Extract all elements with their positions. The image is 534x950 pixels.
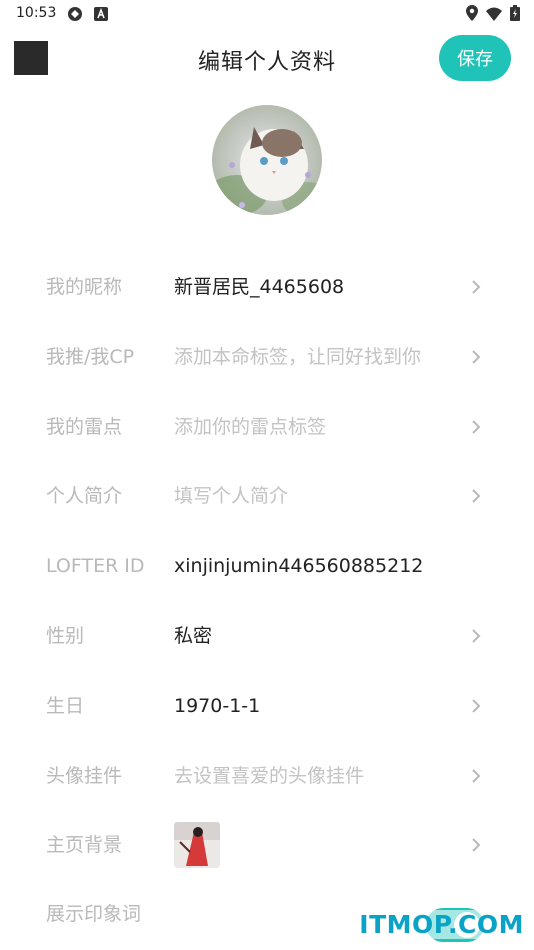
chevron-right-icon [468, 349, 484, 365]
background-thumbnail[interactable] [174, 822, 220, 868]
wifi-icon [486, 6, 502, 25]
row-label: 展示印象词 [46, 903, 142, 925]
row-nickname[interactable]: 我的昵称 新晋居民_4465608 [0, 252, 534, 322]
avatar[interactable] [212, 105, 322, 215]
row-lofter-id: LOFTER ID xinjinjumin446560885212 [0, 531, 534, 601]
row-label: 个人简介 [46, 485, 123, 507]
chevron-right-icon [468, 628, 484, 644]
save-button[interactable]: 保存 [439, 35, 511, 81]
gender-value: 私密 [174, 625, 213, 647]
header: 编辑个人资料 保存 [0, 28, 534, 92]
row-label: 我的雷点 [46, 416, 123, 438]
row-homepage-background[interactable]: 主页背景 [0, 810, 534, 880]
chevron-right-icon [468, 837, 484, 853]
row-label: 性别 [46, 625, 85, 647]
row-label: 主页背景 [46, 834, 123, 856]
row-label: 我推/我CP [46, 346, 135, 368]
chevron-right-icon [468, 279, 484, 295]
cp-value: 添加本命标签，让同好找到你 [174, 346, 422, 368]
nickname-value: 新晋居民_4465608 [174, 276, 345, 298]
row-birthday[interactable]: 生日 1970-1-1 [0, 671, 534, 741]
pendant-value: 去设置喜爱的头像挂件 [174, 765, 365, 787]
row-gender[interactable]: 性别 私密 [0, 601, 534, 671]
chevron-right-icon [468, 768, 484, 784]
row-label: LOFTER ID [46, 555, 145, 577]
birthday-value: 1970-1-1 [174, 695, 261, 717]
row-dislikes[interactable]: 我的雷点 添加你的雷点标签 [0, 392, 534, 462]
row-label: 生日 [46, 695, 85, 717]
sync-icon [67, 6, 83, 22]
a-badge-icon [93, 6, 109, 22]
status-bar: 10:53 [0, 0, 534, 28]
chevron-right-icon [468, 488, 484, 504]
watermark: ITMOP.COM [359, 910, 524, 939]
battery-icon [510, 5, 520, 25]
chevron-right-icon [468, 419, 484, 435]
row-bio[interactable]: 个人简介 填写个人简介 [0, 461, 534, 531]
chevron-right-icon [468, 698, 484, 714]
bio-value: 填写个人简介 [174, 485, 289, 507]
lofter-id-value: xinjinjumin446560885212 [174, 555, 424, 577]
row-avatar-pendant[interactable]: 头像挂件 去设置喜爱的头像挂件 [0, 741, 534, 811]
row-label: 我的昵称 [46, 276, 123, 298]
status-time: 10:53 [16, 5, 57, 21]
dislikes-value: 添加你的雷点标签 [174, 416, 327, 438]
location-icon [466, 5, 478, 25]
row-label: 头像挂件 [46, 765, 123, 787]
row-cp[interactable]: 我推/我CP 添加本命标签，让同好找到你 [0, 322, 534, 392]
